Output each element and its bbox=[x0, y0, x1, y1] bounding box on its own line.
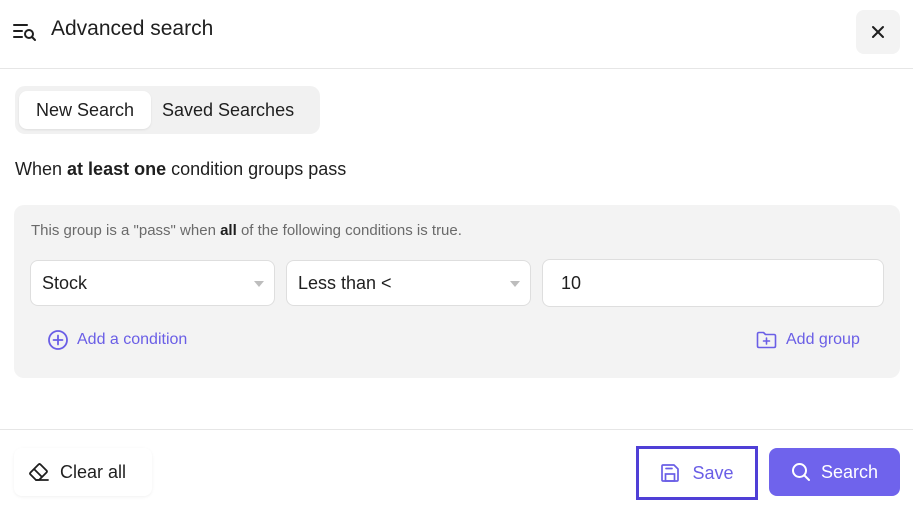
match-rule-text: When at least one condition groups pass bbox=[15, 159, 346, 180]
tab-new-search[interactable]: New Search bbox=[19, 91, 151, 129]
dialog-title: Advanced search bbox=[51, 17, 214, 40]
group-desc-suffix: of the following conditions is true. bbox=[240, 222, 462, 239]
search-button[interactable]: Search bbox=[769, 448, 900, 496]
add-group-button[interactable]: Add group bbox=[756, 327, 860, 353]
match-rule-prefix: When bbox=[15, 159, 63, 179]
add-group-label: Add group bbox=[786, 331, 860, 348]
condition-value: 10 bbox=[561, 273, 582, 293]
dialog-footer: Clear all Save Search bbox=[0, 429, 913, 505]
match-rule-suffix: condition groups pass bbox=[171, 159, 347, 179]
close-button[interactable] bbox=[856, 10, 900, 54]
clear-all-button[interactable]: Clear all bbox=[14, 448, 152, 496]
group-desc-prefix: This group is a "pass" when bbox=[31, 222, 216, 239]
condition-value-input[interactable]: 10 bbox=[542, 259, 884, 307]
save-icon bbox=[661, 464, 680, 482]
close-icon bbox=[872, 26, 884, 38]
save-label: Save bbox=[692, 462, 734, 483]
tab-saved-searches[interactable]: Saved Searches bbox=[162, 91, 294, 129]
operator-select-value: Less than < bbox=[298, 273, 392, 293]
save-button[interactable]: Save bbox=[636, 446, 758, 500]
chevron-down-icon bbox=[510, 281, 520, 287]
chevron-down-icon bbox=[254, 281, 264, 287]
search-tabs: New Search Saved Searches bbox=[15, 86, 320, 134]
field-select[interactable]: Stock bbox=[30, 260, 275, 306]
operator-select[interactable]: Less than < bbox=[286, 260, 531, 306]
match-rule-emphasis[interactable]: at least one bbox=[67, 159, 166, 179]
search-icon bbox=[791, 463, 810, 481]
group-description: This group is a "pass" when all of the f… bbox=[31, 222, 462, 239]
folder-plus-icon bbox=[756, 331, 777, 349]
field-select-value: Stock bbox=[42, 273, 88, 293]
dialog-header: Advanced search bbox=[0, 0, 913, 69]
search-label: Search bbox=[820, 461, 879, 482]
clear-all-label: Clear all bbox=[60, 461, 127, 482]
eraser-icon bbox=[29, 463, 49, 481]
plus-circle-icon bbox=[48, 330, 68, 350]
filter-search-icon bbox=[13, 24, 36, 41]
add-condition-button[interactable]: Add a condition bbox=[47, 327, 187, 353]
group-desc-emphasis[interactable]: all bbox=[220, 222, 237, 239]
add-condition-label: Add a condition bbox=[77, 331, 188, 348]
condition-group: This group is a "pass" when all of the f… bbox=[14, 205, 900, 378]
